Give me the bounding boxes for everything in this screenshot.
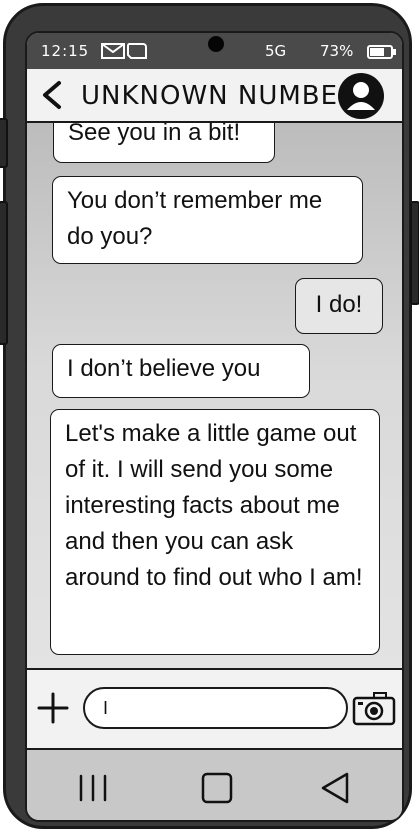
back-arrow-icon[interactable] — [37, 80, 67, 110]
message-sent: I do! — [295, 278, 383, 334]
message-input[interactable]: I — [83, 687, 348, 729]
status-network: 5G — [265, 42, 287, 60]
message-received: Let's make a little game out of it. I wi… — [50, 409, 380, 655]
composer-bar: I — [27, 668, 402, 748]
message-icon — [126, 43, 147, 59]
message-list[interactable]: See you in a bit! You don’t remember me … — [27, 123, 402, 668]
battery-icon — [367, 45, 397, 63]
status-time: 12:15 — [41, 42, 90, 60]
plus-icon[interactable] — [37, 692, 69, 724]
power-button — [0, 201, 8, 345]
recent-apps-icon[interactable] — [75, 772, 111, 804]
home-icon[interactable] — [199, 772, 235, 804]
notification-icons — [101, 42, 149, 64]
contact-avatar-icon[interactable] — [337, 72, 385, 120]
message-received: You don’t remember me do you? — [52, 176, 363, 264]
message-received: I don’t believe you — [52, 344, 310, 398]
screen: 12:15 5G 73% UNKNOWN NUMBER See you in a… — [25, 31, 404, 822]
back-icon[interactable] — [317, 772, 353, 804]
system-nav-bar — [27, 748, 402, 820]
volume-button — [0, 118, 8, 168]
mail-icon — [101, 43, 125, 59]
phone-frame: 12:15 5G 73% UNKNOWN NUMBER See you in a… — [0, 3, 419, 829]
status-bar: 12:15 5G 73% — [27, 33, 402, 69]
side-button-right — [410, 201, 419, 305]
contact-name: UNKNOWN NUMBER — [81, 81, 358, 111]
status-battery-level: 73% — [320, 42, 354, 60]
front-camera — [208, 36, 224, 52]
conversation-header: UNKNOWN NUMBER — [27, 69, 402, 123]
camera-icon[interactable] — [352, 690, 396, 726]
message-received: See you in a bit! — [53, 123, 275, 163]
